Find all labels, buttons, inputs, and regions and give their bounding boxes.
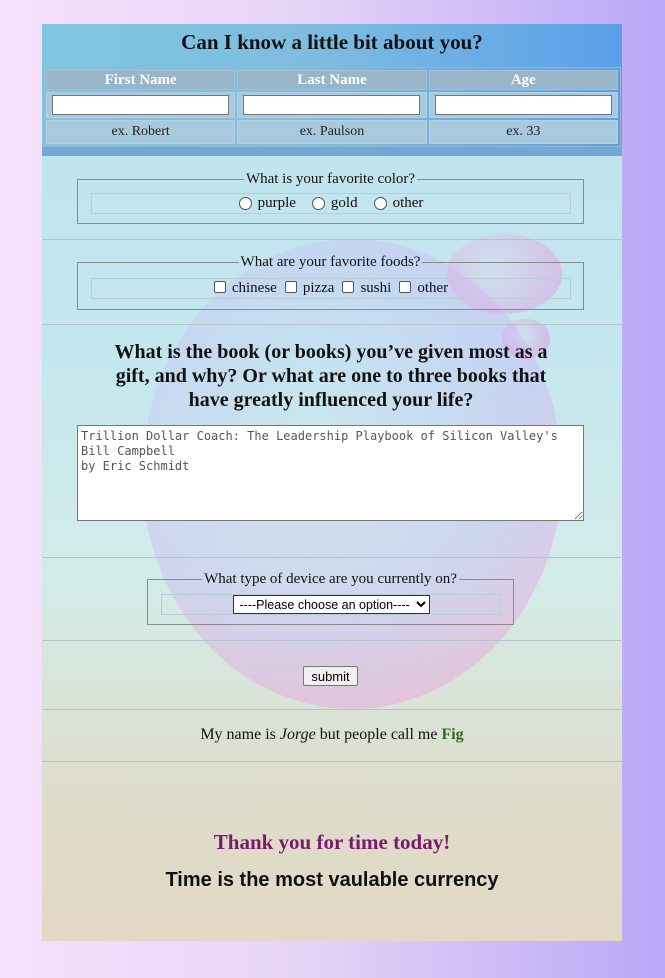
divider xyxy=(42,709,622,710)
intro-nickname: Fig xyxy=(441,726,464,743)
food-option-chinese[interactable]: chinese xyxy=(213,280,277,297)
color-option-purple[interactable]: purple xyxy=(238,195,296,212)
checkbox-icon[interactable] xyxy=(213,280,226,293)
intro-before: My name is xyxy=(200,726,280,743)
option-label: sushi xyxy=(360,280,392,296)
last-name-example: ex. Paulson xyxy=(237,120,427,144)
checkbox-icon[interactable] xyxy=(284,280,297,293)
col-first-name: First Name xyxy=(46,70,236,90)
name-table: First Name Last Name Age ex. Robert ex. … xyxy=(43,67,621,147)
col-age: Age xyxy=(428,70,618,90)
color-legend: What is your favorite color? xyxy=(245,171,416,187)
intro-name: Jorge xyxy=(279,726,316,743)
submit-button[interactable]: submit xyxy=(303,666,358,686)
form-card: Can I know a little bit about you? First… xyxy=(42,24,622,941)
header-title: Can I know a little bit about you? xyxy=(181,30,483,54)
color-option-gold[interactable]: gold xyxy=(311,195,358,212)
option-label: purple xyxy=(257,195,296,211)
intro-middle: but people call me xyxy=(315,726,442,743)
radio-icon[interactable] xyxy=(238,197,252,210)
book-answer-textarea[interactable]: Trillion Dollar Coach: The Leadership Pl… xyxy=(77,425,584,521)
thanks-heading: Thank you for time today! xyxy=(213,830,451,854)
color-options: purple gold other xyxy=(91,193,571,214)
option-label: pizza xyxy=(302,280,335,296)
divider xyxy=(42,324,622,325)
option-label: gold xyxy=(330,195,358,211)
checkbox-icon[interactable] xyxy=(342,280,355,293)
divider xyxy=(42,640,622,641)
col-last-name: Last Name xyxy=(237,70,427,90)
food-legend: What are your favorite foods? xyxy=(240,254,421,270)
first-name-example: ex. Robert xyxy=(46,120,236,144)
color-option-other[interactable]: other xyxy=(373,195,424,212)
option-label: other xyxy=(417,280,449,296)
book-question: What is the book (or books) you’ve given… xyxy=(114,341,548,411)
device-legend: What type of device are you currently on… xyxy=(204,571,457,587)
checkbox-icon[interactable] xyxy=(399,280,412,293)
header-bottom-strip xyxy=(42,147,622,156)
radio-icon[interactable] xyxy=(311,197,325,210)
age-input[interactable] xyxy=(434,95,612,115)
radio-icon[interactable] xyxy=(373,197,387,210)
device-select[interactable]: ----Please choose an option---- xyxy=(232,595,430,614)
tagline: Time is the most vaulable currency xyxy=(165,869,499,891)
option-label: chinese xyxy=(231,280,277,296)
food-options: chinese pizza sushi other xyxy=(91,278,571,299)
first-name-input[interactable] xyxy=(52,95,230,115)
divider xyxy=(42,557,622,558)
intro-text: My name is Jorge but people call me Fig xyxy=(42,726,622,744)
last-name-input[interactable] xyxy=(243,95,421,115)
divider xyxy=(42,239,622,240)
divider xyxy=(42,761,622,762)
food-option-pizza[interactable]: pizza xyxy=(284,280,335,297)
age-example: ex. 33 xyxy=(428,120,618,144)
option-label: other xyxy=(392,195,424,211)
food-option-other[interactable]: other xyxy=(399,280,448,297)
device-select-box: ----Please choose an option---- xyxy=(161,594,501,615)
food-option-sushi[interactable]: sushi xyxy=(342,280,391,297)
